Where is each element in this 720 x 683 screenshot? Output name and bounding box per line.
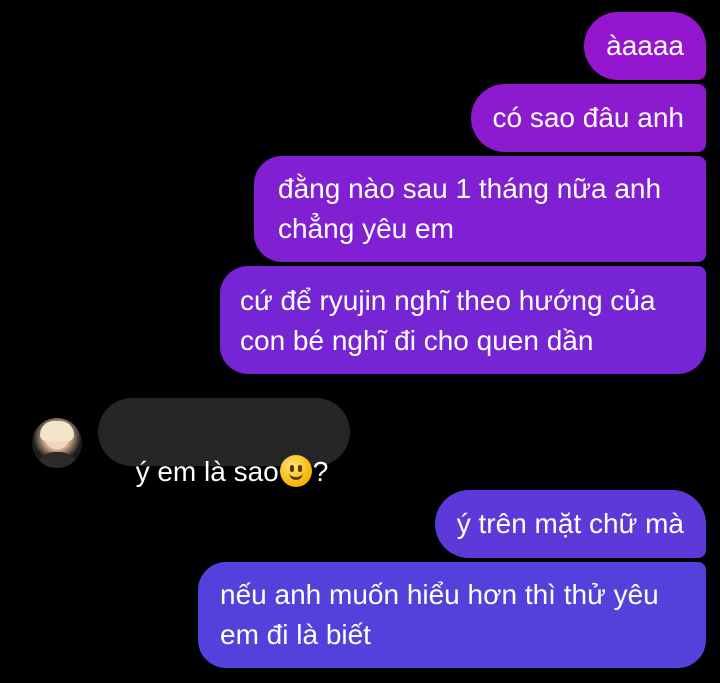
avatar-hair [40, 421, 74, 441]
grinning-face-emoji-icon [279, 455, 312, 487]
outgoing-message-6[interactable]: nếu anh muốn hiểu hơn thì thử yêu em đi … [198, 562, 706, 668]
incoming-message-text: ý em là sao [135, 456, 279, 487]
incoming-message-question-mark: ? [312, 456, 329, 487]
incoming-message[interactable]: ý em là sao? [98, 398, 351, 487]
avatar-body [36, 452, 78, 468]
outgoing-message-5[interactable]: ý trên mặt chữ mà [434, 490, 706, 558]
contact-avatar[interactable] [32, 418, 82, 468]
outgoing-message-1[interactable]: àaaaa [584, 12, 706, 80]
outgoing-message-2[interactable]: có sao đâu anh [470, 84, 706, 152]
outgoing-message-3[interactable]: đằng nào sau 1 tháng nữa anh chẳng yêu e… [254, 156, 706, 262]
outgoing-message-4[interactable]: cứ để ryujin nghĩ theo hướng của con bé … [220, 266, 706, 374]
